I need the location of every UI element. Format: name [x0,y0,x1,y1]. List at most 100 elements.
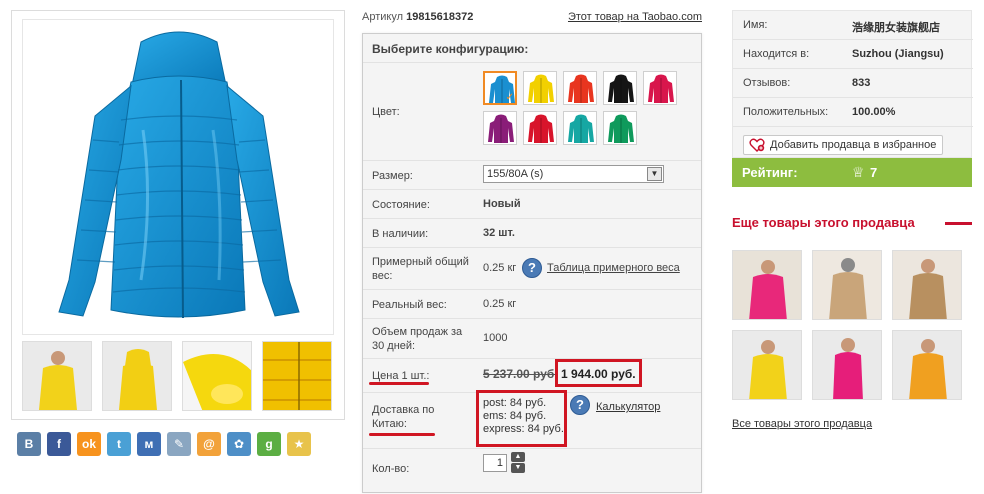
facebook-icon[interactable]: f [47,432,71,456]
price-label: Цена 1 шт.: [372,370,430,382]
shipping-label: Доставка по Китаю: [372,404,435,430]
help-icon[interactable]: ? [522,258,542,278]
color-swatch-9[interactable] [603,111,637,145]
decrement-icon[interactable]: ▼ [511,463,525,473]
seller-location-label: Находится в: [743,48,810,60]
color-swatch-3[interactable] [563,71,597,105]
more-product-6[interactable] [892,330,962,400]
jacket-swatch-icon [528,74,554,103]
thumbnail-1[interactable] [22,341,92,411]
current-price: 1 944.00 руб. [561,367,636,381]
add-seller-favorite-label: Добавить продавца в избранное [770,139,937,151]
size-select-value: 155/80A (s) [487,168,544,180]
jacket-swatch-icon [648,74,674,103]
seller-reviews-row: Отзывов: 833 [733,69,973,98]
approx-weight-label: Примерный общий вес: [372,256,469,282]
seller-positive-row: Положительных: 100.00% [733,98,973,127]
selected-check-icon: ✓ [505,92,514,103]
more-product-3[interactable] [892,250,962,320]
jacket-illustration [58,31,300,319]
article-line: Артикул 19815618372 Этот товар на Taobao… [362,11,702,25]
seller-info-panel: Имя: 浩缘朋女装旗舰店 Находится в: Suzhou (Jiang… [732,10,973,158]
sales-row: Объем продаж за 30 дней: 1000 [363,318,701,358]
seller-name-row: Имя: 浩缘朋女装旗舰店 [733,11,973,40]
thumbnail-strip [22,341,336,413]
shipping-express: express: 84 руб. [483,423,564,435]
quantity-stepper[interactable]: ▲ ▼ [511,452,525,474]
help-icon[interactable]: ? [570,395,590,415]
heart-plus-icon [749,138,765,152]
seller-rating-bar: Рейтинг: ♕ 7 [732,158,972,187]
googleplus-icon[interactable]: g [257,432,281,456]
color-swatch-7[interactable] [523,111,557,145]
taobao-link[interactable]: Этот товар на Taobao.com [568,11,702,23]
real-weight-row: Реальный вес: 0.25 кг [363,289,701,318]
increment-icon[interactable]: ▲ [511,452,525,462]
color-swatch-1[interactable]: ✓ [483,71,517,105]
color-swatch-8[interactable] [563,111,597,145]
shipping-ems: ems: 84 руб. [483,410,547,422]
stock-value: 32 шт. [483,227,515,239]
color-swatch-4[interactable] [603,71,637,105]
seller-location-row: Находится в: Suzhou (Jiangsu) [733,40,973,69]
jacket-swatch-icon [528,114,554,143]
condition-label: Состояние: [372,199,430,211]
article-label: Артикул [362,11,404,23]
settings-icon[interactable]: ✿ [227,432,251,456]
color-swatch-6[interactable] [483,111,517,145]
more-product-4[interactable] [732,330,802,400]
favorite-star-icon[interactable]: ★ [287,432,311,456]
article-number: 19815618372 [406,11,474,23]
thumbnail-2[interactable] [102,341,172,411]
condition-row: Состояние: Новый [363,189,701,218]
quantity-label: Кол-во: [372,463,410,475]
twitter-icon[interactable]: t [107,432,131,456]
approx-weight-value: 0.25 кг [483,262,517,274]
seller-reviews-label: Отзывов: [743,77,791,89]
jacket-swatch-icon [568,114,594,143]
size-select[interactable]: 155/80A (s) ▼ [483,165,664,183]
seller-positive-label: Положительных: [743,106,829,118]
rating-value: 7 [870,165,878,180]
seller-reviews-value: 833 [852,77,871,89]
stock-row: В наличии: 32 шт. [363,218,701,247]
real-weight-label: Реальный вес: [372,299,447,311]
odnoklassniki-icon[interactable]: ok [77,432,101,456]
approx-weight-row: Примерный общий вес: 0.25 кг ? Таблица п… [363,247,701,289]
crown-icon: ♕ [852,164,865,180]
main-product-photo[interactable] [22,19,334,335]
more-product-2[interactable] [812,250,882,320]
thumbnail-3[interactable] [182,341,252,411]
more-products-title: Еще товары этого продавца [732,215,915,230]
seller-name-label: Имя: [743,19,768,31]
chevron-down-icon[interactable]: ▼ [647,167,662,181]
seller-name-value: 浩缘朋女装旗舰店 [852,22,940,34]
seller-location-value: Suzhou (Jiangsu) [852,48,944,60]
livejournal-icon[interactable]: ✎ [167,432,191,456]
price-label-underline [369,382,429,385]
jacket-swatch-icon [608,74,634,103]
more-product-5[interactable] [812,330,882,400]
add-seller-favorite-button[interactable]: Добавить продавца в избранное [743,135,943,155]
vk-icon[interactable]: В [17,432,41,456]
color-swatch-2[interactable] [523,71,557,105]
old-price: 5 237.00 руб. [483,367,558,381]
jacket-swatch-icon [488,114,514,143]
size-label: Размер: [372,170,413,182]
shipping-label-underline [369,433,435,436]
calculator-link[interactable]: Калькулятор [596,401,660,413]
rating-label: Рейтинг: [742,165,798,180]
condition-value: Новый [483,198,521,210]
more-product-1[interactable] [732,250,802,320]
real-weight-value: 0.25 кг [483,298,517,310]
mail-icon[interactable]: @ [197,432,221,456]
quantity-row: Кол-во: [363,448,701,494]
color-swatch-5[interactable] [643,71,677,105]
all-seller-products-link[interactable]: Все товары этого продавца [732,418,872,430]
thumbnail-4[interactable] [262,341,332,411]
weight-table-link[interactable]: Таблица примерного веса [547,262,680,274]
color-label: Цвет: [372,106,400,118]
shipping-post: post: 84 руб. [483,397,547,409]
moimir-icon[interactable]: м [137,432,161,456]
quantity-input[interactable]: 1 [483,454,507,472]
